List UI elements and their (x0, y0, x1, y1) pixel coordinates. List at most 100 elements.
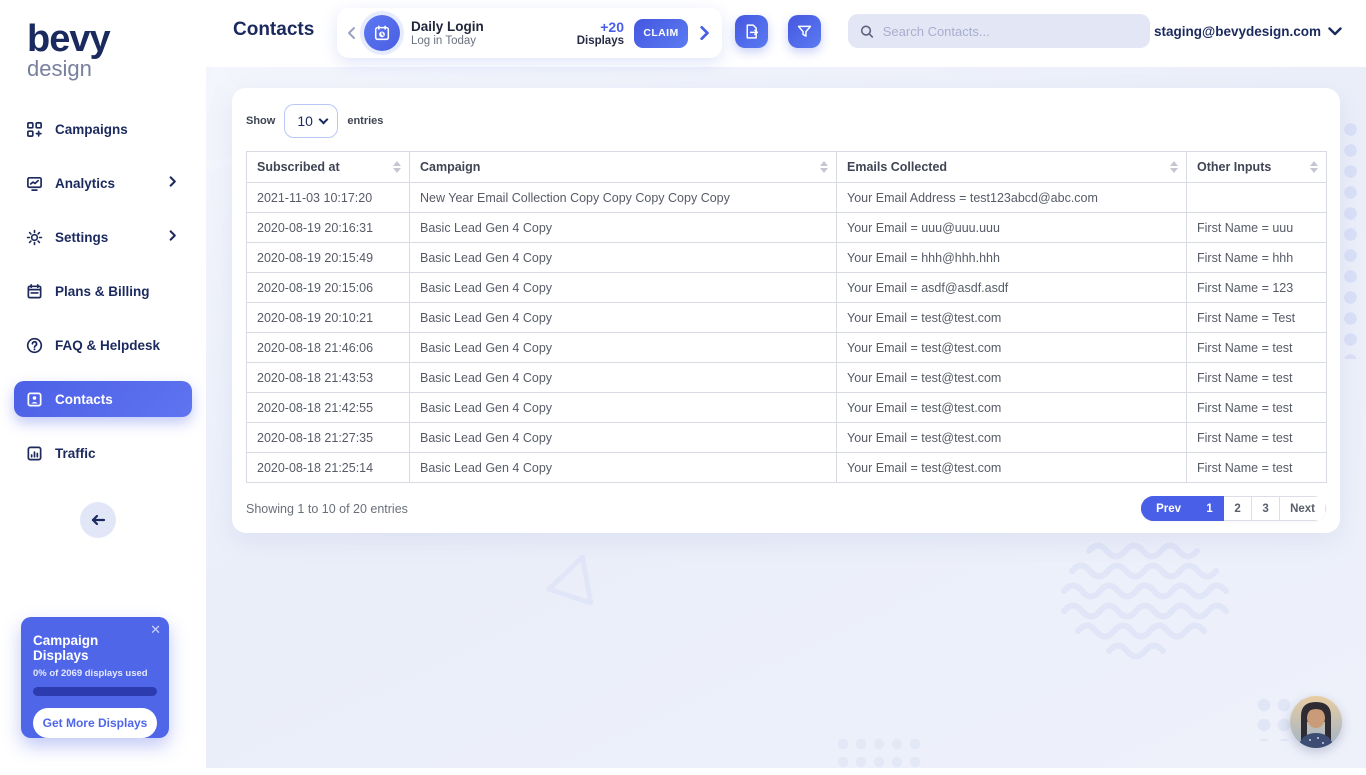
column-header[interactable]: Campaign (410, 152, 837, 183)
pagination: Prev123Next (1141, 496, 1326, 521)
table-cell: First Name = test (1187, 333, 1327, 363)
arrow-left-icon (90, 514, 106, 526)
table-cell: First Name = test (1187, 393, 1327, 423)
gear-icon (26, 229, 43, 246)
table-row: 2020-08-18 21:25:14Basic Lead Gen 4 Copy… (247, 453, 1327, 483)
pagination-prev-button[interactable]: Prev (1141, 496, 1196, 521)
sidebar-item-analytics[interactable]: Analytics (14, 165, 192, 201)
table-cell: Your Email = test@test.com (837, 333, 1187, 363)
export-button[interactable] (735, 15, 768, 48)
page-size-select-wrap: 10 (284, 104, 338, 138)
table-cell: Your Email = hhh@hhh.hhh (837, 243, 1187, 273)
sidebar-item-traffic[interactable]: Traffic (14, 435, 192, 471)
sidebar: bevy design Campaigns Analytics (0, 0, 206, 768)
daily-login-subtitle: Log in Today (411, 35, 577, 47)
pagination-next-button[interactable]: Next (1280, 496, 1326, 521)
widget-usage-text: 0% of 2069 displays used (33, 668, 157, 679)
search-icon (860, 24, 874, 39)
pagination-page-button[interactable]: 1 (1196, 496, 1224, 521)
sidebar-collapse-button[interactable] (80, 502, 116, 538)
table-row: 2020-08-18 21:43:53Basic Lead Gen 4 Copy… (247, 363, 1327, 393)
carousel-next-icon[interactable] (696, 25, 712, 41)
campaigns-icon (26, 121, 43, 138)
table-cell: Your Email = test@test.com (837, 453, 1187, 483)
table-cell: Basic Lead Gen 4 Copy (410, 273, 837, 303)
sidebar-item-label: Traffic (55, 446, 96, 461)
column-header[interactable]: Emails Collected (837, 152, 1187, 183)
pagination-page-button[interactable]: 3 (1252, 496, 1280, 521)
table-body: 2021-11-03 10:17:20New Year Email Collec… (247, 183, 1327, 483)
table-cell: 2020-08-19 20:10:21 (247, 303, 410, 333)
sidebar-item-label: Analytics (55, 176, 115, 191)
entries-summary: Showing 1 to 10 of 20 entries (246, 502, 408, 516)
table-length-control: Show 10 entries (246, 104, 1326, 138)
table-cell: New Year Email Collection Copy Copy Copy… (410, 183, 837, 213)
sort-icon (393, 161, 401, 173)
table-cell: 2020-08-18 21:43:53 (247, 363, 410, 393)
contacts-icon (26, 391, 43, 408)
table-cell: Basic Lead Gen 4 Copy (410, 453, 837, 483)
column-header[interactable]: Subscribed at (247, 152, 410, 183)
table-footer: Showing 1 to 10 of 20 entries Prev123Nex… (246, 496, 1326, 521)
daily-login-title: Daily Login (411, 19, 577, 34)
filter-icon (796, 23, 813, 40)
campaign-displays-widget: ✕ Campaign Displays 0% of 2069 displays … (21, 617, 169, 738)
sidebar-nav: Campaigns Analytics (0, 111, 206, 489)
column-header[interactable]: Other Inputs (1187, 152, 1327, 183)
claim-button[interactable]: CLAIM (634, 19, 688, 48)
table-cell: 2020-08-19 20:16:31 (247, 213, 410, 243)
table-cell: 2020-08-19 20:15:06 (247, 273, 410, 303)
sidebar-item-faq-helpdesk[interactable]: FAQ & Helpdesk (14, 327, 192, 363)
table-cell: Your Email = test@test.com (837, 363, 1187, 393)
table-row: 2020-08-18 21:27:35Basic Lead Gen 4 Copy… (247, 423, 1327, 453)
support-chat-avatar[interactable] (1290, 696, 1342, 748)
reward-unit: Displays (577, 35, 624, 47)
table-cell: 2020-08-19 20:15:49 (247, 243, 410, 273)
sidebar-item-label: Campaigns (55, 122, 128, 137)
daily-login-text: Daily Login Log in Today (411, 19, 577, 47)
sidebar-item-label: Plans & Billing (55, 284, 150, 299)
table-cell: Basic Lead Gen 4 Copy (410, 423, 837, 453)
search-bar[interactable] (848, 14, 1150, 48)
sidebar-item-label: Contacts (55, 392, 113, 407)
table-cell: 2020-08-18 21:42:55 (247, 393, 410, 423)
filter-button[interactable] (788, 15, 821, 48)
table-row: 2020-08-18 21:42:55Basic Lead Gen 4 Copy… (247, 393, 1327, 423)
table-cell: Basic Lead Gen 4 Copy (410, 333, 837, 363)
sort-icon (1310, 161, 1318, 173)
sidebar-item-contacts[interactable]: Contacts (14, 381, 192, 417)
contacts-table: Subscribed atCampaignEmails CollectedOth… (246, 151, 1327, 483)
table-row: 2020-08-19 20:10:21Basic Lead Gen 4 Copy… (247, 303, 1327, 333)
table-cell: First Name = uuu (1187, 213, 1327, 243)
table-row: 2020-08-18 21:46:06Basic Lead Gen 4 Copy… (247, 333, 1327, 363)
table-cell: 2020-08-18 21:27:35 (247, 423, 410, 453)
table-row: 2021-11-03 10:17:20New Year Email Collec… (247, 183, 1327, 213)
sidebar-item-plans-billing[interactable]: Plans & Billing (14, 273, 192, 309)
pagination-page-button[interactable]: 2 (1224, 496, 1252, 521)
close-icon[interactable]: ✕ (150, 623, 161, 636)
daily-login-card: Daily Login Log in Today +20 Displays CL… (337, 8, 722, 58)
table-cell: First Name = 123 (1187, 273, 1327, 303)
account-menu[interactable]: staging@bevydesign.com (1154, 24, 1342, 39)
table-header-row: Subscribed atCampaignEmails CollectedOth… (247, 152, 1327, 183)
avatar-image (1290, 696, 1342, 748)
page-title: Contacts (233, 19, 314, 41)
sidebar-item-settings[interactable]: Settings (14, 219, 192, 255)
traffic-icon (26, 445, 43, 462)
page-size-select[interactable]: 10 (284, 104, 338, 138)
table-cell: Your Email = test@test.com (837, 303, 1187, 333)
table-cell: Your Email Address = test123abcd@abc.com (837, 183, 1187, 213)
chevron-down-icon (1328, 27, 1342, 36)
export-icon (743, 23, 760, 40)
entries-label: entries (347, 115, 383, 127)
sidebar-item-campaigns[interactable]: Campaigns (14, 111, 192, 147)
search-input[interactable] (883, 24, 1138, 39)
sort-icon (1170, 161, 1178, 173)
table-cell: First Name = hhh (1187, 243, 1327, 273)
table-cell: Basic Lead Gen 4 Copy (410, 243, 837, 273)
carousel-prev-icon[interactable] (345, 26, 359, 40)
get-more-displays-button[interactable]: Get More Displays (33, 708, 157, 738)
contacts-table-card: Show 10 entries Subscribed atCampaignEma… (232, 88, 1340, 533)
table-cell: First Name = test (1187, 363, 1327, 393)
analytics-icon (26, 175, 43, 192)
